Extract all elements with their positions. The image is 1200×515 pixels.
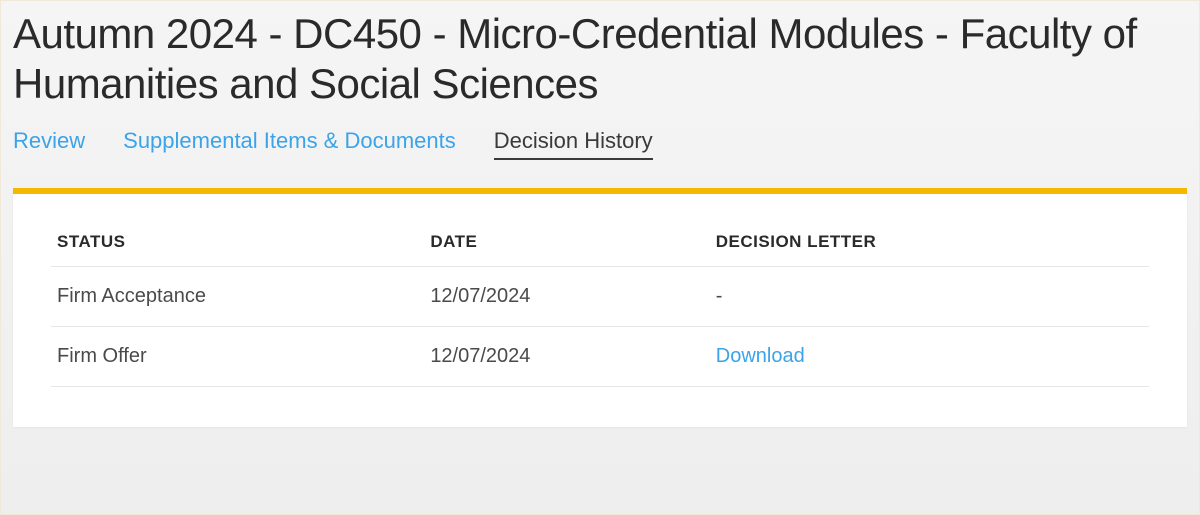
cell-date: 12/07/2024 [424, 266, 709, 326]
tabs-nav: Review Supplemental Items & Documents De… [13, 128, 1187, 160]
decision-history-table: STATUS DATE DECISION LETTER Firm Accepta… [51, 218, 1149, 387]
decision-history-card: STATUS DATE DECISION LETTER Firm Accepta… [13, 188, 1187, 427]
table-row: Firm Offer 12/07/2024 Download [51, 326, 1149, 386]
table-row: Firm Acceptance 12/07/2024 - [51, 266, 1149, 326]
cell-status: Firm Offer [51, 326, 424, 386]
cell-status: Firm Acceptance [51, 266, 424, 326]
col-header-status: STATUS [51, 218, 424, 267]
cell-decision-letter: Download [710, 326, 1149, 386]
col-header-date: DATE [424, 218, 709, 267]
download-link[interactable]: Download [716, 345, 805, 367]
col-header-decision-letter: DECISION LETTER [710, 218, 1149, 267]
tab-review[interactable]: Review [13, 128, 85, 160]
cell-decision-letter: - [710, 266, 1149, 326]
tab-decision-history[interactable]: Decision History [494, 128, 653, 160]
cell-date: 12/07/2024 [424, 326, 709, 386]
tab-supplemental[interactable]: Supplemental Items & Documents [123, 128, 456, 160]
page-title: Autumn 2024 - DC450 - Micro-Credential M… [13, 9, 1187, 110]
